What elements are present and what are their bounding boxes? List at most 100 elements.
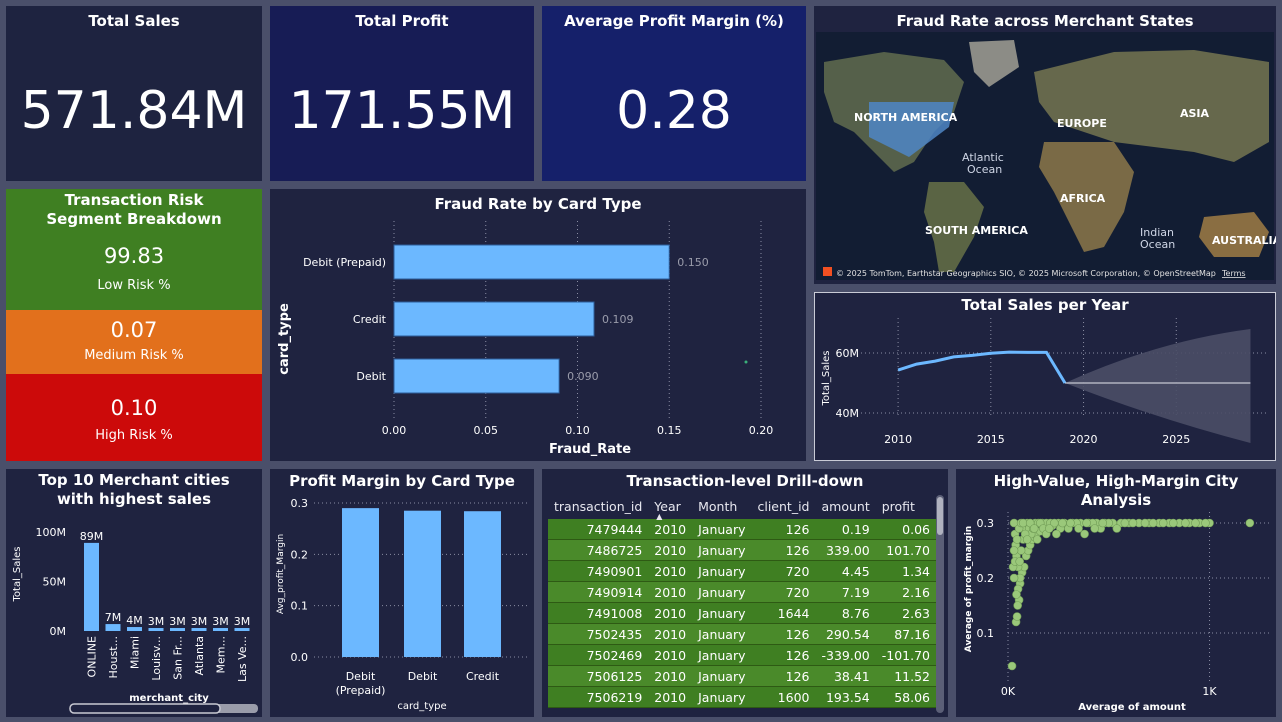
table-header-row: transaction_id Year ▲ Month client_id amo… [548,493,936,521]
microsoft-logo-icon [823,267,832,276]
cell-year: 2010 [648,519,693,540]
scatter-point [1074,524,1083,533]
column-header-profit[interactable]: profit [875,493,936,519]
map-label-africa: AFRICA [1060,192,1106,205]
scatter-point [1013,601,1022,610]
table-row[interactable]: 7486725 2010 January 126 339.00 101.70 [548,539,936,561]
margin-card-chart[interactable]: Avg_profit_Margin card_type 0.0 0.1 0.2 0.3… [270,469,534,717]
y-tick-label: 100M [36,526,67,539]
cell-amount: 193.54 [815,686,876,708]
bar [393,244,670,280]
x-tick-label: Louisv... [150,636,163,681]
city-scatter-chart[interactable]: Average of profit_margin Average of amou… [956,469,1276,717]
scatter-point [1098,518,1108,528]
table-row[interactable]: 7506219 2010 January 1600 193.54 58.06 [548,686,936,708]
fraud-card-chart-tile[interactable]: Fraud Rate by Card Type card_type Fraud_… [270,189,806,461]
table-row[interactable]: 7506125 2010 January 126 38.41 11.52 [548,665,936,687]
world-map[interactable]: NORTH AMERICA EUROPE ASIA Atlantic Ocean… [814,32,1276,282]
scatter-point [1052,529,1061,539]
cell-transaction-id: 7490914 [548,581,649,603]
risk-high-label: High Risk % [95,428,173,443]
column-header-transaction-id[interactable]: transaction_id [548,493,649,519]
bar [213,628,228,631]
x-tick-label: 0.20 [749,424,774,437]
scatter-point [1009,573,1019,583]
top-cities-chart-tile[interactable]: Top 10 Merchant cities with highest sale… [6,469,262,717]
cell-profit: 0.06 [875,519,936,540]
column-header-amount[interactable]: amount [815,493,876,519]
horizontal-scrollbar-thumb[interactable] [69,703,221,714]
y-axis-label: Average of profit_margin [964,526,974,652]
cell-year: 2010 [648,602,693,624]
scatter-point [1181,518,1190,528]
cell-year: 2010 [648,539,693,561]
data-label: 3M [148,615,165,628]
kpi-total-profit[interactable]: Total Profit 171.55M [270,6,534,181]
y-axis-label: card_type [277,303,292,375]
sales-year-chart[interactable]: Total_Sales 40M 60M 2010 2015 2020 2025 [815,293,1275,460]
drill-table[interactable]: transaction_id Year ▲ Month client_id amo… [548,493,936,708]
risk-low-segment[interactable]: 99.83 Low Risk % [6,236,262,310]
map-label-north-america: NORTH AMERICA [854,111,958,124]
cell-client-id: 1644 [751,602,816,624]
map-label-asia: ASIA [1180,107,1210,120]
scatter-point [1120,518,1130,528]
y-tick-label: 0.1 [291,600,309,613]
sales-year-chart-tile[interactable]: Total Sales per Year Total_Sales 40M 60M 2… [814,292,1276,461]
x-tick-label: San Fr... [172,636,185,680]
risk-low-value: 99.83 [103,244,165,268]
risk-medium-segment[interactable]: 0.07 Medium Risk % [6,310,262,374]
city-scatter-tile[interactable]: High-Value, High-Margin City Analysis Av… [956,469,1276,717]
cell-profit: 2.16 [875,581,936,603]
cell-transaction-id: 7486725 [548,539,649,561]
margin-card-chart-tile[interactable]: Profit Margin by Card Type Avg_profit_Ma… [270,469,534,717]
table-row[interactable]: 7490901 2010 January 720 4.45 1.34 [548,560,936,582]
sort-ascending-icon: ▲ [656,512,663,521]
x-axis-label: Fraud_Rate [549,442,631,457]
cell-month: January [692,519,752,540]
column-header-month[interactable]: Month [692,493,752,519]
table-row[interactable]: 7502435 2010 January 126 290.54 87.16 [548,623,936,645]
column-header-year[interactable]: Year ▲ [648,493,693,521]
bar [170,628,185,631]
cell-client-id: 720 [751,560,816,582]
x-tick-label: (Prepaid) [336,684,386,697]
forecast-band [1065,329,1251,443]
cell-profit: 58.06 [875,686,936,708]
column-header-client-id[interactable]: client_id [751,493,816,519]
x-tick-label: Credit [466,670,500,683]
y-tick-label: 40M [836,407,860,420]
table-row[interactable]: 7479444 2010 January 126 0.19 0.06 [548,519,936,540]
x-tick-label: 2020 [1070,433,1098,446]
table-row[interactable]: 7491008 2010 January 1644 8.76 2.63 [548,602,936,624]
y-tick-label: 0.3 [291,497,309,510]
vertical-scrollbar[interactable] [936,495,944,713]
table-row[interactable]: 7502469 2010 January 126 -339.00 -101.70 [548,644,936,666]
fraud-card-chart[interactable]: card_type Fraud_Rate 0.00 0.05 0.10 0.15 0.2… [270,189,806,461]
map-tile[interactable]: Fraud Rate across Merchant States NORTH … [814,6,1276,284]
map-label-ocean-2: Ocean [1140,238,1175,251]
kpi-avg-margin[interactable]: Average Profit Margin (%) 0.28 [542,6,806,181]
cell-year: 2010 [648,581,693,603]
scatter-point [1245,518,1255,528]
cell-amount: 7.19 [815,581,876,603]
map-label-south-america: SOUTH AMERICA [925,224,1028,237]
cell-profit: 87.16 [875,623,936,645]
cell-client-id: 720 [751,581,816,603]
risk-breakdown-tile[interactable]: Transaction Risk Segment Breakdown 99.83… [6,189,262,461]
x-tick-label: 2015 [977,433,1005,446]
cell-month: January [692,581,752,603]
risk-high-segment[interactable]: 0.10 High Risk % [6,374,262,461]
kpi-total-sales[interactable]: Total Sales 571.84M [6,6,262,181]
cell-transaction-id: 7506125 [548,665,649,687]
table-row[interactable]: 7490914 2010 January 720 7.19 2.16 [548,581,936,603]
vertical-scrollbar-thumb[interactable] [937,497,943,535]
stray-point [744,360,748,364]
y-axis-label: Total_Sales [821,351,832,407]
drill-table-tile[interactable]: Transaction-level Drill-down transaction… [542,469,948,717]
bar [148,628,164,631]
risk-medium-value: 0.07 [110,318,158,342]
map-label-australia: AUSTRALIA [1212,234,1276,247]
cell-transaction-id: 7506219 [548,686,649,708]
top-cities-chart[interactable]: Total_Sales merchant_city 0M 50M 100M 89M ON… [6,469,262,717]
